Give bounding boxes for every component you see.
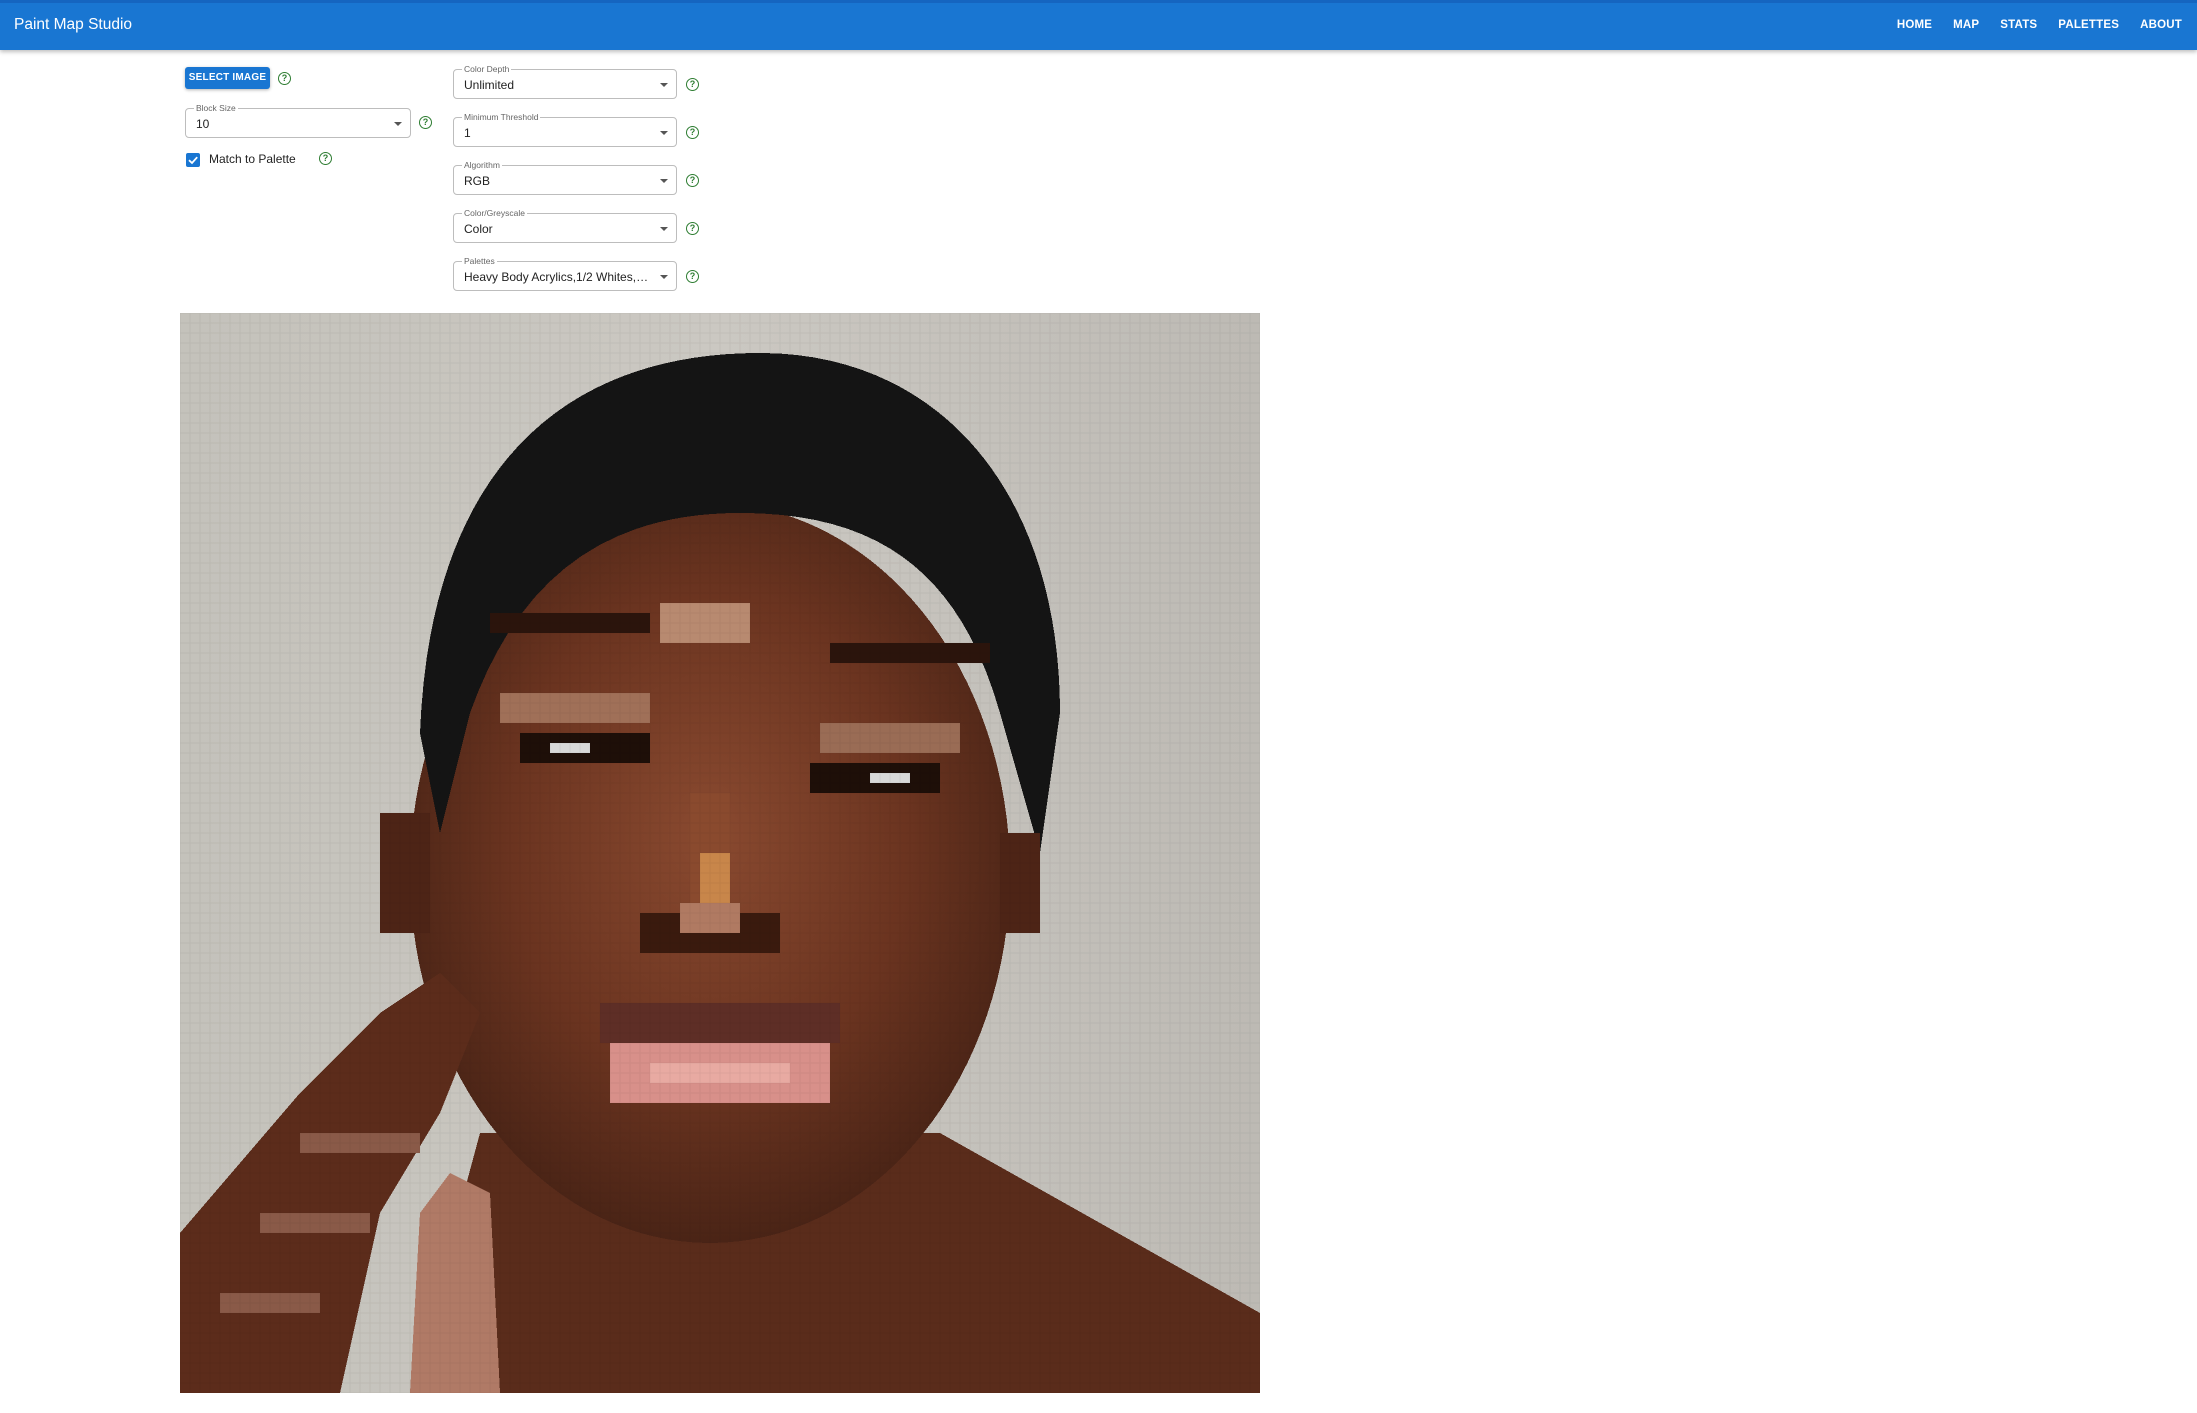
- block-size-value: 10: [196, 117, 210, 131]
- help-icon[interactable]: ?: [686, 126, 699, 139]
- palettes-value: Heavy Body Acrylics,1/2 Whites,1...: [464, 270, 652, 284]
- chevron-down-icon: [660, 227, 668, 231]
- help-icon[interactable]: ?: [686, 270, 699, 283]
- color-depth-label: Color Depth: [462, 64, 512, 74]
- nav-home[interactable]: HOME: [1897, 19, 1932, 31]
- color-depth-select[interactable]: Color Depth Unlimited: [453, 64, 677, 99]
- help-icon[interactable]: ?: [686, 78, 699, 91]
- match-to-palette-checkbox[interactable]: [186, 153, 200, 167]
- app-bar: Paint Map Studio HOME MAP STATS PALETTES…: [0, 0, 2197, 50]
- portrait-image: [180, 313, 1260, 1393]
- color-greyscale-label: Color/Greyscale: [462, 208, 527, 218]
- nav-menu: HOME MAP STATS PALETTES ABOUT: [1876, 19, 2182, 31]
- chevron-down-icon: [660, 131, 668, 135]
- color-greyscale-value: Color: [464, 222, 493, 236]
- nav-about[interactable]: ABOUT: [2140, 19, 2182, 31]
- match-to-palette-label: Match to Palette: [209, 152, 296, 166]
- nav-stats[interactable]: STATS: [2000, 19, 2037, 31]
- checkmark-icon: [188, 156, 198, 165]
- nav-palettes[interactable]: PALETTES: [2058, 19, 2119, 31]
- select-image-button[interactable]: SELECT IMAGE: [185, 67, 270, 89]
- minimum-threshold-value: 1: [464, 126, 471, 140]
- help-icon[interactable]: ?: [686, 174, 699, 187]
- chevron-down-icon: [394, 122, 402, 126]
- help-icon[interactable]: ?: [419, 116, 432, 129]
- palettes-label: Palettes: [462, 256, 497, 266]
- block-size-select[interactable]: Block Size 10: [185, 103, 411, 138]
- paint-map-image: [180, 313, 1260, 1393]
- help-icon[interactable]: ?: [686, 222, 699, 235]
- color-depth-value: Unlimited: [464, 78, 515, 92]
- algorithm-label: Algorithm: [462, 160, 502, 170]
- minimum-threshold-select[interactable]: Minimum Threshold 1: [453, 112, 677, 147]
- block-size-label: Block Size: [194, 103, 238, 113]
- color-greyscale-select[interactable]: Color/Greyscale Color: [453, 208, 677, 243]
- minimum-threshold-label: Minimum Threshold: [462, 112, 541, 122]
- chevron-down-icon: [660, 275, 668, 279]
- algorithm-select[interactable]: Algorithm RGB: [453, 160, 677, 195]
- chevron-down-icon: [660, 179, 668, 183]
- help-icon[interactable]: ?: [278, 72, 291, 85]
- help-icon[interactable]: ?: [319, 152, 332, 165]
- nav-map[interactable]: MAP: [1953, 19, 1979, 31]
- app-title: Paint Map Studio: [14, 16, 133, 33]
- chevron-down-icon: [660, 83, 668, 87]
- algorithm-value: RGB: [464, 174, 491, 188]
- palettes-select[interactable]: Palettes Heavy Body Acrylics,1/2 Whites,…: [453, 256, 677, 291]
